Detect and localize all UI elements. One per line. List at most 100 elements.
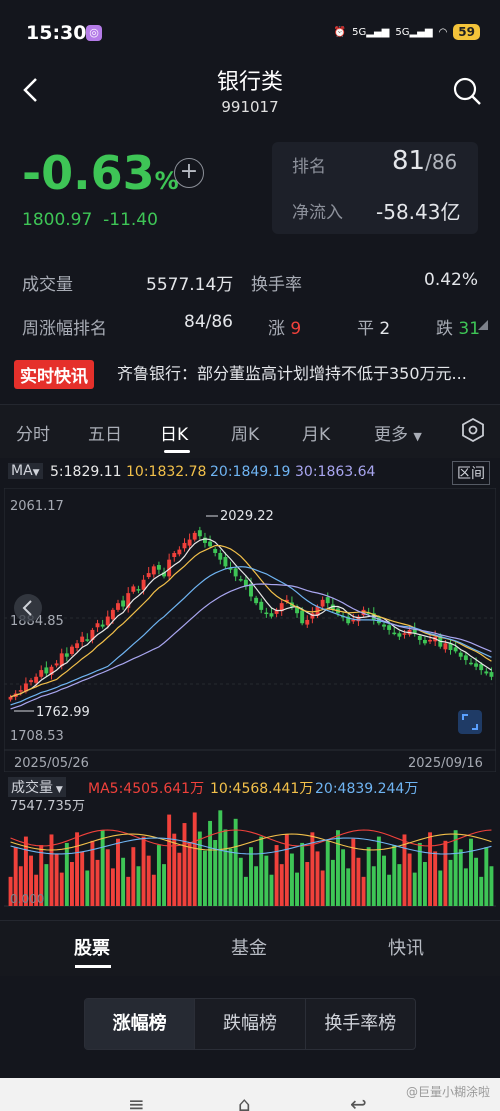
candle xyxy=(156,565,161,570)
candle xyxy=(187,539,192,546)
tab-daily-k[interactable]: 日K xyxy=(160,420,188,445)
turnover-value: 0.42% xyxy=(424,270,479,290)
y-top-label: 2061.17 xyxy=(10,499,64,514)
volume-bar xyxy=(80,851,85,906)
add-watchlist-button[interactable]: + xyxy=(174,158,204,188)
candle xyxy=(182,542,187,549)
flow-label: 净流入 xyxy=(292,203,343,223)
low-label: 1762.99 xyxy=(36,705,90,720)
volume-bar xyxy=(469,838,473,906)
volume-bar xyxy=(182,823,187,906)
volume-value: 5577.14万 xyxy=(146,275,234,295)
tab-indicator xyxy=(164,450,190,453)
candle xyxy=(428,639,433,642)
volume-bar xyxy=(54,853,59,906)
volume-bar xyxy=(75,832,80,906)
signal-icon-2: 5G▂▄▆ xyxy=(395,26,433,38)
volume-bar xyxy=(489,866,494,906)
tab-five-day[interactable]: 五日 xyxy=(88,420,122,445)
volume-selector[interactable]: 成交量 ▼ xyxy=(8,777,66,797)
candle xyxy=(417,635,422,640)
vol-ma20: 20:4839.244万 xyxy=(315,781,419,797)
candle xyxy=(34,676,39,683)
volume-bar xyxy=(433,851,438,906)
search-button[interactable] xyxy=(452,76,482,106)
tab-weekly-k[interactable]: 周K xyxy=(231,420,259,445)
range-button[interactable]: 区间 xyxy=(452,461,490,485)
volume-bar xyxy=(156,845,161,906)
volume-bar xyxy=(146,855,151,906)
candle xyxy=(305,619,310,625)
volume-bar xyxy=(85,870,90,906)
candle xyxy=(146,573,151,578)
volume-chart[interactable]: 7547.735万 0.000 xyxy=(4,798,496,910)
volume-bar xyxy=(376,836,381,906)
candle xyxy=(100,624,105,627)
page-title: 银行类 xyxy=(216,70,283,95)
high-label: 2029.22 xyxy=(220,509,274,524)
wifi-icon: ◠ xyxy=(438,26,448,38)
candlestick-chart[interactable]: 2061.17 1884.85 1708.53 2029.22 1762.99 … xyxy=(4,488,496,772)
candle xyxy=(392,632,397,635)
candle xyxy=(151,566,156,575)
tab-news[interactable]: 快讯 xyxy=(388,934,424,960)
seg-gainers[interactable]: 涨幅榜 xyxy=(85,999,196,1049)
volume-bar xyxy=(289,853,294,906)
volume-bar xyxy=(264,855,269,906)
tab-stocks[interactable]: 股票 xyxy=(74,934,110,960)
ma10-value: 10:1832.78 xyxy=(126,464,207,480)
news-ticker[interactable]: 齐鲁银行：部分董监高计划增持不低于350万元... xyxy=(117,360,467,384)
seg-turnover[interactable]: 换手率榜 xyxy=(306,999,415,1049)
volume-bar xyxy=(458,849,463,906)
tab-more[interactable]: 更多 ▼ xyxy=(374,420,422,445)
volume-top-label: 7547.735万 xyxy=(10,799,85,814)
scroll-left-button[interactable] xyxy=(14,594,42,622)
volume-bar xyxy=(243,876,248,906)
volume-bar xyxy=(59,872,64,906)
candle xyxy=(44,667,49,674)
volume-bar xyxy=(382,855,386,906)
seg-losers[interactable]: 跌幅榜 xyxy=(195,999,306,1049)
alarm-icon: ⏰ xyxy=(333,26,347,38)
candle xyxy=(254,597,259,604)
volume-bar xyxy=(417,842,422,906)
volume-bar xyxy=(110,868,115,906)
volume-bar xyxy=(203,850,207,906)
volume-bar xyxy=(162,864,166,906)
tab-monthly-k[interactable]: 月K xyxy=(302,420,330,445)
start-date-label: 2025/05/26 xyxy=(14,756,89,771)
volume-bar xyxy=(259,836,264,906)
candle xyxy=(223,556,228,567)
volume-bar xyxy=(351,838,356,906)
ma5-value: 5:1829.11 xyxy=(50,464,122,480)
volume-bar xyxy=(126,876,131,906)
candle xyxy=(116,603,120,610)
candle xyxy=(402,633,407,635)
ranking-segment: 涨幅榜 跌幅榜 换手率榜 xyxy=(84,998,416,1050)
back-icon[interactable]: ↩ xyxy=(350,1092,367,1111)
candle xyxy=(259,601,264,610)
volume-bar xyxy=(295,872,299,906)
candle xyxy=(85,639,90,641)
fullscreen-button[interactable] xyxy=(458,710,482,734)
status-icons: ⏰ 5G▂▄▆ 5G▂▄▆ ◠ 59 xyxy=(334,24,480,40)
home-icon[interactable]: ⌂ xyxy=(238,1092,251,1111)
candle xyxy=(300,610,305,624)
candle xyxy=(192,532,197,540)
candle xyxy=(218,552,223,560)
settings-hexagon-icon[interactable] xyxy=(462,418,484,442)
volume-bar xyxy=(116,838,120,906)
ma-selector[interactable]: MA▼ xyxy=(8,463,43,479)
volume-bar xyxy=(136,866,141,906)
volume-bar xyxy=(397,864,402,906)
tab-intraday[interactable]: 分时 xyxy=(16,420,50,445)
menu-icon[interactable]: ≡ xyxy=(128,1092,145,1111)
watermark: @巨量小糊涂啦 xyxy=(405,1085,490,1099)
index-code: 991017 xyxy=(221,98,279,116)
ma20-value: 20:1849.19 xyxy=(210,464,291,480)
tab-funds[interactable]: 基金 xyxy=(231,934,267,960)
ma-legend: MA▼ 5:1829.11 10:1832.78 20:1849.19 30:1… xyxy=(0,461,500,485)
rank-label: 排名 xyxy=(292,157,326,177)
status-time: 15:30 xyxy=(26,22,87,44)
rank-panel: 排名 81/86 净流入 -58.43亿 xyxy=(272,142,478,234)
